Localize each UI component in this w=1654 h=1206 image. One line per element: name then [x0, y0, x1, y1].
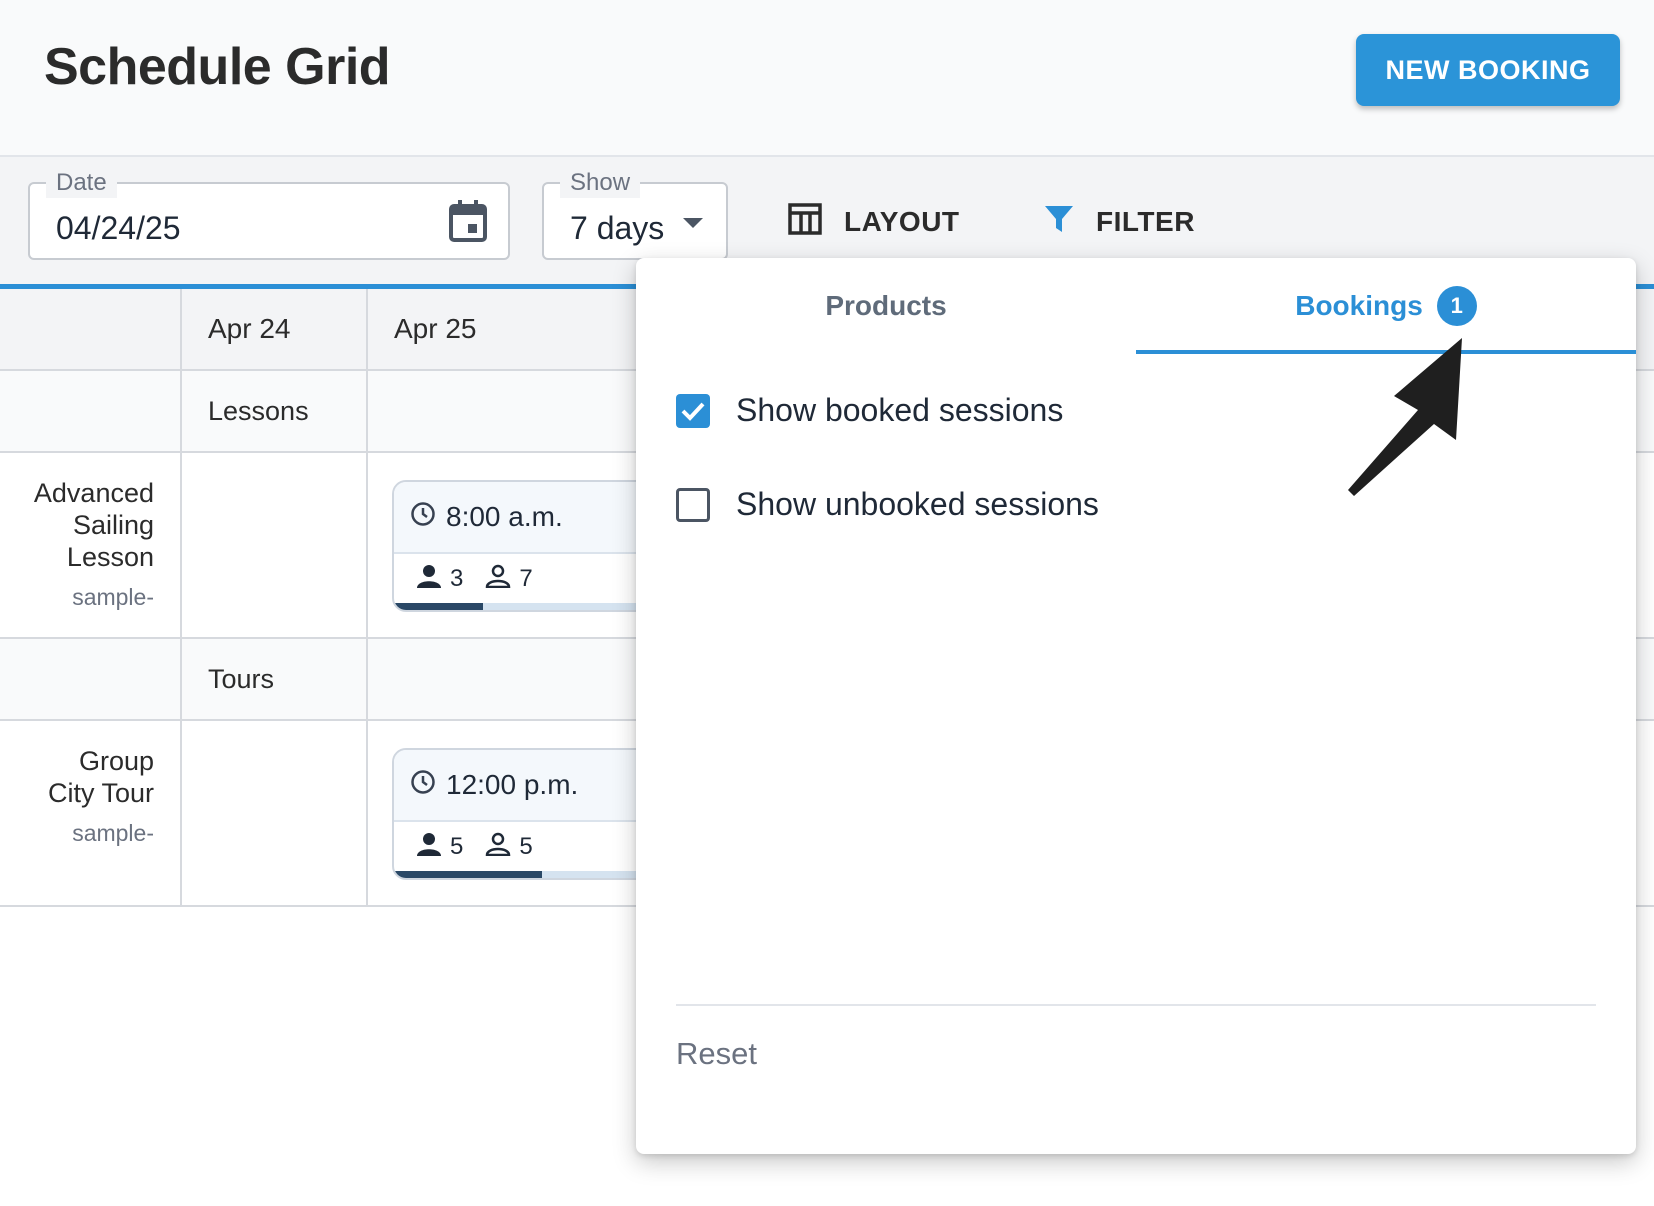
popover-divider	[676, 1004, 1596, 1006]
show-booked-checkbox[interactable]	[676, 393, 710, 428]
session-time: 8:00 a.m.	[446, 501, 563, 532]
show-unbooked-option[interactable]: Show unbooked sessions	[676, 486, 1099, 523]
product-cell[interactable]: Group City Tour sample-	[0, 721, 182, 905]
product-cell[interactable]: Advanced Sailing Lesson sample-	[0, 453, 182, 637]
filter-button-label: FILTER	[1096, 206, 1195, 237]
date-field-label: Date	[46, 168, 117, 198]
active-filter-count-badge: 1	[1436, 286, 1477, 326]
new-booking-button[interactable]: NEW BOOKING	[1356, 34, 1620, 106]
product-sku: sample-	[72, 584, 154, 610]
tab-label: Products	[825, 290, 947, 321]
capacity-bar-fill	[394, 603, 483, 610]
booked-count: 3	[450, 565, 464, 592]
page-title: Schedule Grid	[44, 38, 391, 96]
filter-icon	[1044, 204, 1096, 241]
option-label: Show booked sessions	[736, 392, 1064, 428]
layout-button[interactable]: LAYOUT	[788, 200, 960, 244]
clock-icon	[410, 769, 446, 802]
date-field-value: 04/24/25	[56, 210, 181, 246]
option-label: Show unbooked sessions	[736, 486, 1099, 522]
layout-icon	[788, 202, 844, 242]
category-spacer	[0, 639, 182, 719]
category-label: Tours	[208, 664, 275, 694]
show-select-value: 7 days	[570, 210, 665, 246]
checkmark-icon	[681, 402, 705, 421]
product-name: Group City Tour sample-	[48, 745, 154, 849]
layout-button-label: LAYOUT	[844, 206, 960, 237]
clock-icon	[410, 501, 446, 534]
show-select[interactable]: Show 7 days	[542, 168, 728, 260]
available-count: 5	[519, 833, 533, 860]
show-unbooked-checkbox[interactable]	[676, 487, 710, 522]
product-name: Advanced Sailing Lesson sample-	[34, 477, 154, 613]
date-column-header[interactable]: Apr 24	[182, 289, 368, 369]
person-outline-icon	[485, 832, 511, 863]
corner-cell	[0, 289, 182, 369]
booked-count: 5	[450, 833, 464, 860]
filter-button[interactable]: FILTER	[1044, 200, 1195, 244]
category-spacer	[0, 371, 182, 451]
tab-products[interactable]: Products	[636, 258, 1136, 354]
calendar-icon[interactable]	[448, 198, 488, 249]
category-label: Lessons	[208, 396, 309, 426]
day-cell[interactable]	[182, 721, 368, 905]
available-count: 7	[519, 565, 533, 592]
page-header: Schedule Grid NEW BOOKING	[0, 0, 1654, 157]
person-filled-icon	[416, 564, 442, 595]
person-outline-icon	[485, 564, 511, 595]
reset-button[interactable]: Reset	[676, 1036, 757, 1072]
show-booked-option[interactable]: Show booked sessions	[676, 392, 1063, 429]
tab-label: Bookings	[1295, 290, 1423, 321]
pointer-arrow-icon	[1336, 330, 1486, 505]
person-filled-icon	[416, 832, 442, 863]
session-time: 12:00 p.m.	[446, 769, 579, 800]
column-divider	[366, 289, 368, 907]
filter-popover: Products Bookings 1 Show booked sessions…	[636, 258, 1636, 1154]
day-cell[interactable]	[182, 453, 368, 637]
product-sku: sample-	[72, 820, 154, 846]
capacity-bar-fill	[394, 871, 542, 878]
date-column-header[interactable]: Apr 25	[368, 289, 668, 369]
caret-down-icon	[682, 216, 704, 234]
show-select-label: Show	[560, 168, 641, 198]
date-field[interactable]: Date 04/24/25	[28, 168, 510, 260]
